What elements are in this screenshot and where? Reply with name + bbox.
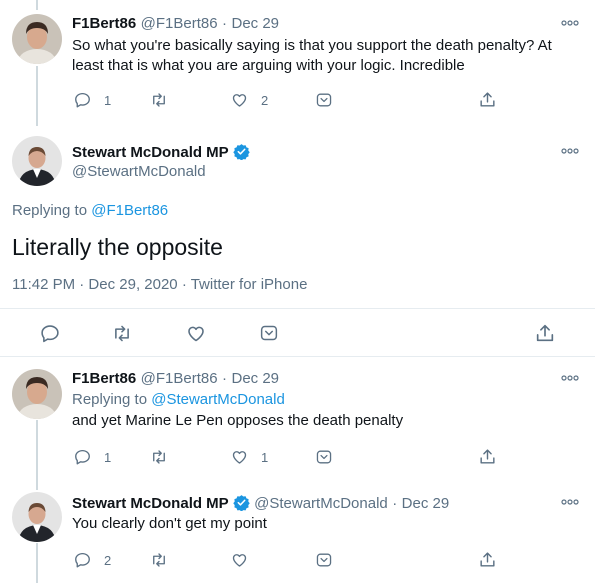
replying-to-link[interactable]: @StewartMcDonald: [151, 391, 285, 408]
tweet-date[interactable]: Dec 29: [232, 15, 280, 32]
bookmark-button[interactable]: [259, 324, 279, 342]
bookmark-button[interactable]: [315, 449, 333, 465]
avatar[interactable]: [12, 492, 62, 542]
tweet-date[interactable]: Dec 29: [232, 370, 280, 387]
retweet-button[interactable]: [111, 323, 133, 344]
tweet-text: So what you're basically saying is that …: [72, 37, 552, 54]
author-name[interactable]: F1Bert86: [72, 15, 136, 32]
replying-label: Replying to: [12, 202, 88, 219]
more-icon[interactable]: [561, 20, 579, 30]
reply-button[interactable]: 1: [73, 91, 111, 109]
replying-to: Replying to @StewartMcDonald: [72, 391, 285, 408]
reply-count: 1: [104, 92, 112, 108]
replying-to: Replying to @F1Bert86: [12, 202, 168, 219]
heart-icon: [232, 451, 247, 464]
verified-badge-icon: [232, 144, 250, 160]
divider: [0, 356, 595, 357]
more-icon[interactable]: [561, 499, 579, 509]
tweet-header: Stewart McDonald MP @StewartMcDonald · D…: [72, 494, 449, 513]
bookmark-button[interactable]: [315, 552, 333, 568]
replying-label: Replying to: [72, 391, 148, 408]
reply-button[interactable]: [39, 323, 61, 344]
like-count: 1: [261, 449, 269, 465]
like-button[interactable]: [230, 551, 249, 569]
share-button[interactable]: [478, 550, 497, 569]
author-name[interactable]: Stewart McDonald MP: [72, 495, 229, 512]
more-icon[interactable]: [561, 375, 579, 385]
thread-line: [36, 0, 38, 10]
reply-button[interactable]: 1: [73, 448, 111, 466]
share-button[interactable]: [478, 447, 497, 466]
like-button[interactable]: 2: [230, 91, 268, 109]
reply-count: 1: [104, 449, 112, 465]
avatar[interactable]: [12, 14, 62, 64]
thread-line: [36, 543, 38, 583]
reply-icon: [75, 92, 90, 108]
separator: ·: [222, 370, 228, 387]
bookmark-icon: [260, 325, 278, 341]
reply-count: 2: [104, 552, 112, 568]
author-handle[interactable]: @StewartMcDonald: [254, 495, 388, 512]
reply-icon: [75, 552, 90, 568]
retweet-icon: [153, 553, 165, 567]
bookmark-icon: [316, 553, 332, 567]
share-icon: [480, 552, 495, 567]
separator: ·: [392, 495, 398, 512]
share-icon: [536, 324, 554, 342]
verified-badge-icon: [232, 495, 250, 511]
tweet-header: F1Bert86 @F1Bert86 · Dec 29: [72, 370, 279, 388]
reply-icon: [75, 449, 90, 465]
avatar[interactable]: [12, 369, 62, 419]
tweet-header: Stewart McDonald MP: [72, 143, 250, 162]
tweet-date[interactable]: Dec 29: [402, 495, 450, 512]
tweet-timestamp[interactable]: 11:42 PM · Dec 29, 2020 · Twitter for iP…: [12, 276, 307, 293]
heart-icon: [188, 326, 204, 342]
share-button[interactable]: [534, 322, 556, 344]
avatar[interactable]: [12, 136, 62, 186]
retweet-button[interactable]: [149, 551, 169, 569]
retweet-button[interactable]: [149, 91, 169, 109]
heart-icon: [232, 94, 247, 107]
thread-line: [36, 420, 38, 490]
author-handle[interactable]: @F1Bert86: [141, 15, 218, 32]
reply-button[interactable]: 2: [73, 551, 111, 569]
share-icon: [480, 449, 495, 464]
thread-line: [36, 66, 38, 126]
more-icon[interactable]: [561, 148, 579, 158]
like-count: 2: [261, 92, 269, 108]
retweet-button[interactable]: [149, 448, 169, 466]
reply-icon: [41, 325, 59, 343]
like-button[interactable]: 1: [230, 448, 268, 466]
bookmark-icon: [316, 450, 332, 464]
main-tweet-text: Literally the opposite: [12, 234, 223, 260]
divider: [0, 308, 595, 309]
heart-icon: [232, 554, 247, 567]
like-button[interactable]: [185, 323, 207, 344]
author-name[interactable]: F1Bert86: [72, 370, 136, 387]
share-icon: [480, 92, 495, 107]
retweet-icon: [153, 93, 165, 107]
tweet-header: F1Bert86 @F1Bert86 · Dec 29: [72, 15, 279, 33]
retweet-icon: [115, 325, 129, 342]
author-name[interactable]: Stewart McDonald MP: [72, 144, 229, 161]
author-handle[interactable]: @StewartMcDonald: [72, 163, 206, 180]
tweet-text: You clearly don't get my point: [72, 515, 267, 532]
bookmark-icon: [316, 93, 332, 107]
replying-to-link[interactable]: @F1Bert86: [91, 202, 168, 219]
share-button[interactable]: [478, 90, 497, 109]
bookmark-button[interactable]: [315, 92, 333, 108]
retweet-icon: [153, 450, 165, 464]
author-handle[interactable]: @F1Bert86: [141, 370, 218, 387]
tweet-text: and yet Marine Le Pen opposes the death …: [72, 412, 404, 429]
tweet-text: least that is what you are arguing with …: [72, 57, 465, 74]
separator: ·: [222, 15, 228, 32]
